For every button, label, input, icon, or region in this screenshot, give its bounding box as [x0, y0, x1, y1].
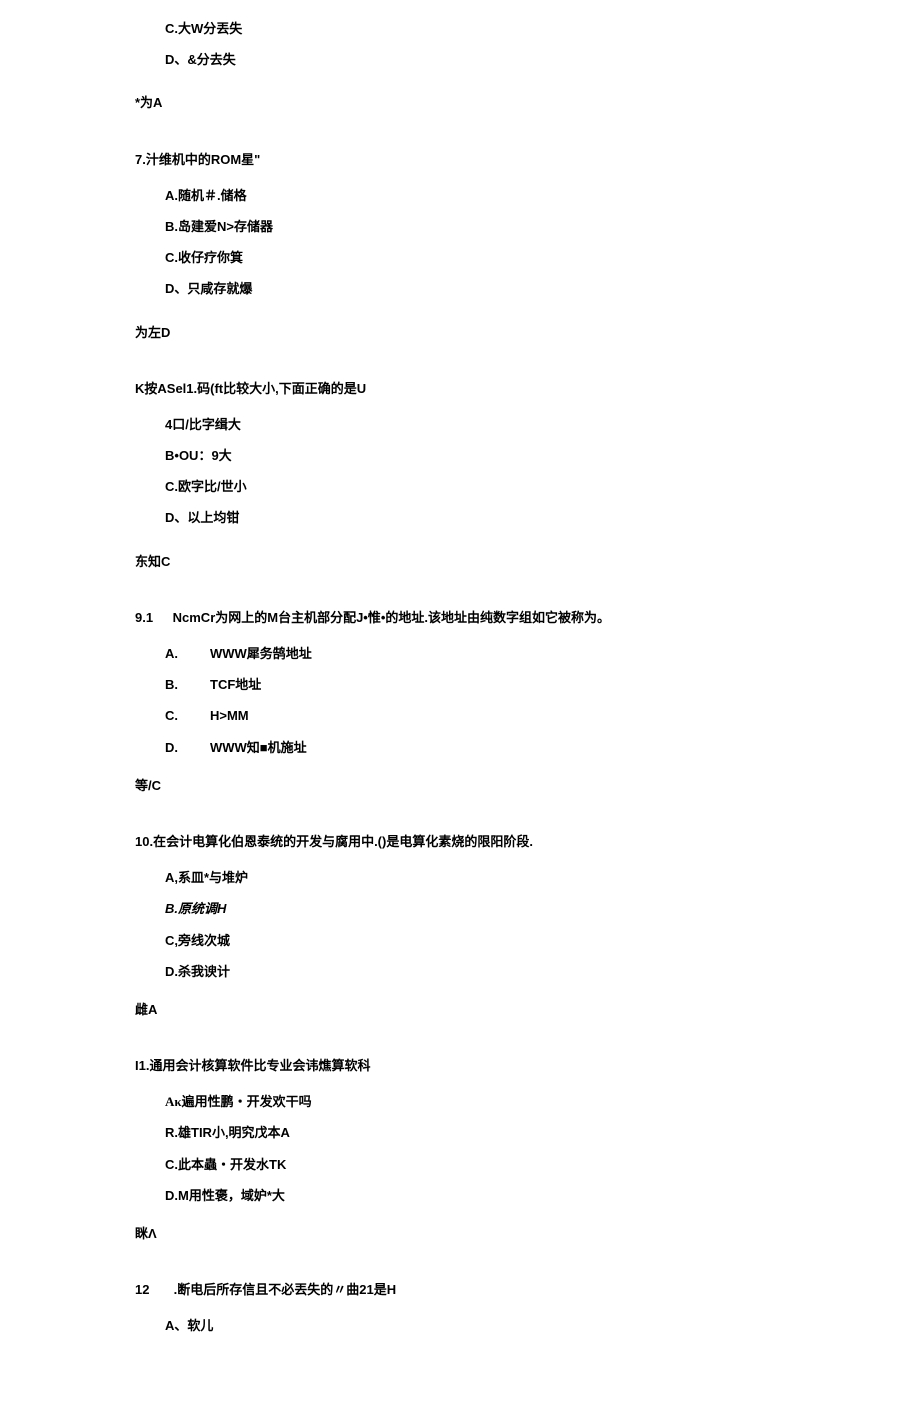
q91-option-d: D.WWW知■机施址 — [135, 739, 920, 757]
q10-answer: 雌A — [135, 1001, 920, 1019]
q91-letter-b: B. — [165, 676, 210, 694]
question-8: K按ASel1.码(ft比较大小,下面正确的是U 4口/比字缉大 B•OU：9大… — [135, 380, 920, 571]
q91-letter-c: C. — [165, 707, 210, 725]
q11-option-c: C.此本蟲・开发水TK — [135, 1156, 920, 1174]
q8-answer: 东知C — [135, 553, 920, 571]
q91-letter-d: D. — [165, 739, 210, 757]
q11-question: I1.通用会计核算软件比专业会讳燋算软科 — [135, 1057, 920, 1075]
q12-question-line: 12 .断电后所存信且不必丟失的〃曲21是H — [135, 1281, 920, 1299]
q6-answer: *为A — [135, 94, 920, 112]
q91-text-c: H>MM — [210, 708, 249, 723]
q91-number: 9.1 — [135, 609, 169, 627]
q10-question: 10.在会计电算化伯恩泰统的开发与腐用中.()是电算化素烧的限阳阶段. — [135, 833, 920, 851]
q6-option-c: C.大W分丟失 — [135, 20, 920, 38]
q8-question: K按ASel1.码(ft比较大小,下面正确的是U — [135, 380, 920, 398]
q91-text-a: WWW犀务鹄地址 — [210, 646, 312, 661]
q11-option-a-text: Aκ遍用性鹏・开发欢干吗 — [165, 1094, 312, 1109]
q10-option-a: A,系皿*与堆炉 — [135, 869, 920, 887]
q7-option-c: C.收仔疗你箕 — [135, 249, 920, 267]
q12-number: 12 — [135, 1281, 170, 1299]
question-7: 7.汁维机中的ROM星" A.随机＃.储格 B.岛建爱N>存储器 C.收仔疗你箕… — [135, 151, 920, 342]
question-12: 12 .断电后所存信且不必丟失的〃曲21是H A、软儿 — [135, 1281, 920, 1335]
q11-option-a: Aκ遍用性鹏・开发欢干吗 — [135, 1093, 920, 1111]
q11-answer: 眯Λ — [135, 1225, 920, 1243]
q8-option-d: D、以上均钳 — [135, 509, 920, 527]
question-10: 10.在会计电算化伯恩泰统的开发与腐用中.()是电算化素烧的限阳阶段. A,系皿… — [135, 833, 920, 1019]
q91-letter-a: A. — [165, 645, 210, 663]
q91-question-line: 9.1 NcmCr为网上的M台主机部分配J•惟•的地址.该地址由纯数字组如它被称… — [135, 609, 920, 627]
q91-option-a: A.WWW犀务鹄地址 — [135, 645, 920, 663]
q7-question: 7.汁维机中的ROM星" — [135, 151, 920, 169]
q11-option-d: D.M用性褒，域妒*大 — [135, 1187, 920, 1205]
q10-option-b: B.原统调H — [135, 900, 920, 918]
q8-option-a: 4口/比字缉大 — [135, 416, 920, 434]
q10-option-c: C,旁线次城 — [135, 932, 920, 950]
question-6-tail: C.大W分丟失 D、&分去失 *为A — [135, 20, 920, 113]
question-11: I1.通用会计核算软件比专业会讳燋算软科 Aκ遍用性鹏・开发欢干吗 R.雄TIR… — [135, 1057, 920, 1243]
q11-option-b: R.雄TIR小,明究戊本A — [135, 1124, 920, 1142]
question-9-1: 9.1 NcmCr为网上的M台主机部分配J•惟•的地址.该地址由纯数字组如它被称… — [135, 609, 920, 795]
q91-question-text: NcmCr为网上的M台主机部分配J•惟•的地址.该地址由纯数字组如它被称为。 — [173, 610, 610, 625]
q12-question-text: .断电后所存信且不必丟失的〃曲21是H — [174, 1282, 396, 1297]
q8-option-b: B•OU：9大 — [135, 447, 920, 465]
q7-option-d: D、只咸存就爆 — [135, 280, 920, 298]
q91-text-d: WWW知■机施址 — [210, 740, 307, 755]
q91-option-c: C.H>MM — [135, 707, 920, 725]
q91-option-b: B.TCF地址 — [135, 676, 920, 694]
q7-option-a: A.随机＃.储格 — [135, 187, 920, 205]
q7-answer: 为左D — [135, 324, 920, 342]
q91-text-b: TCF地址 — [210, 677, 261, 692]
q7-option-b: B.岛建爱N>存储器 — [135, 218, 920, 236]
q6-option-d: D、&分去失 — [135, 51, 920, 69]
q10-option-d: D.杀我谀计 — [135, 963, 920, 981]
q8-option-c: C.欧字比/世小 — [135, 478, 920, 496]
q12-option-a: A、软儿 — [135, 1317, 920, 1335]
q91-answer: 等/C — [135, 777, 920, 795]
